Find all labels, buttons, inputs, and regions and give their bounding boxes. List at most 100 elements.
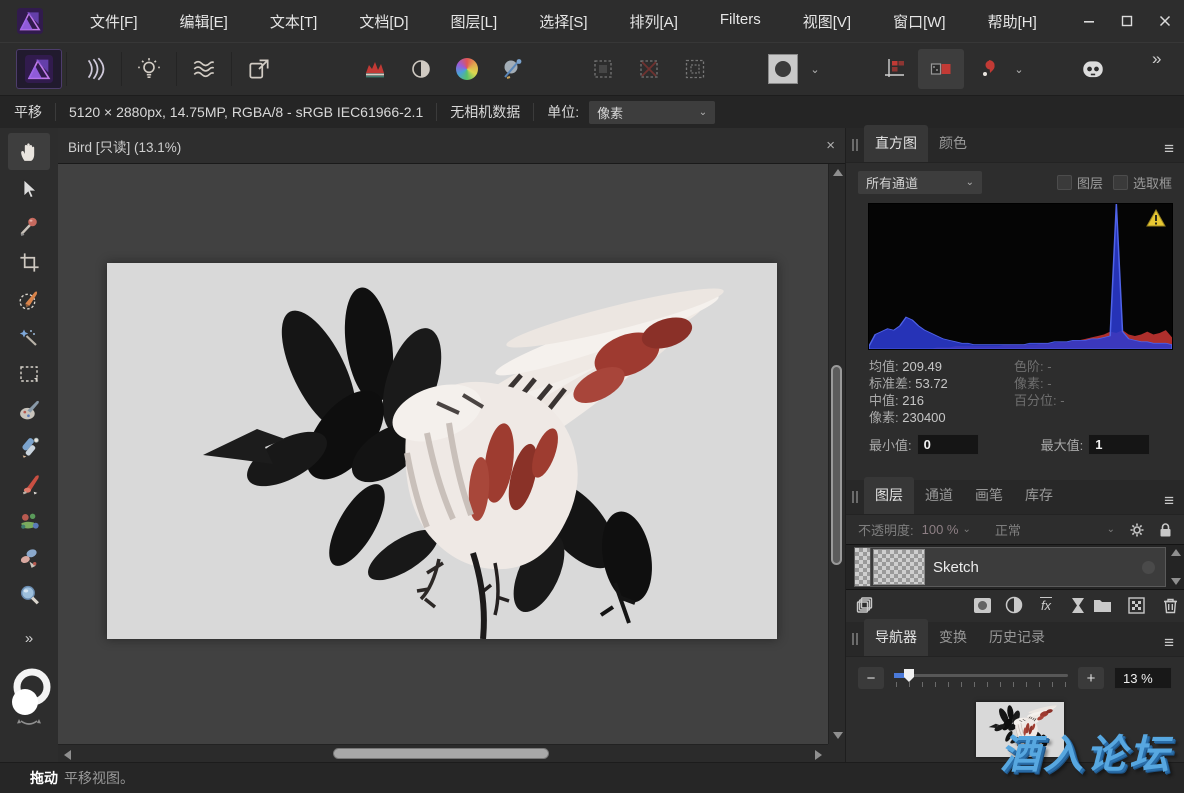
adjustment-layer-icon[interactable] [1002, 594, 1026, 616]
scroll-down-arrow[interactable] [1171, 578, 1181, 585]
scroll-down-arrow[interactable] [833, 732, 843, 739]
tab-color[interactable]: 颜色 [928, 125, 978, 162]
vertical-scrollbar[interactable] [828, 164, 845, 744]
menu-layer[interactable]: 图层[L] [430, 1, 519, 42]
layer-list-scrollbar[interactable] [1169, 547, 1182, 587]
min-value-input[interactable]: 0 [917, 434, 979, 455]
layer-effects-fx-icon[interactable]: fx [1034, 594, 1058, 616]
quick-mask-dropdown[interactable]: ⌄ [806, 49, 824, 89]
new-pixel-layer-icon[interactable] [1124, 594, 1148, 616]
zoom-tool[interactable] [8, 577, 50, 614]
tab-navigator[interactable]: 导航器 [864, 619, 928, 656]
auto-white-balance-button[interactable] [490, 49, 536, 89]
menu-arrange[interactable]: 排列[A] [609, 1, 699, 42]
panel-menu-icon[interactable]: ≡ [1164, 496, 1174, 506]
tab-history[interactable]: 历史记录 [978, 619, 1056, 656]
tab-channels[interactable]: 通道 [914, 477, 964, 514]
zoom-out-button[interactable]: − [858, 667, 884, 689]
force-pixel-alignment-button[interactable] [918, 49, 964, 89]
layer-visibility-toggle[interactable] [1142, 561, 1155, 574]
pixel-pencil-tool[interactable] [8, 429, 50, 466]
develop-persona-button[interactable] [126, 49, 172, 89]
opacity-dropdown-chevron[interactable]: ⌄ [963, 524, 971, 535]
blend-mode-chevron[interactable]: ⌄ [1107, 524, 1115, 535]
tab-brushes[interactable]: 画笔 [964, 477, 1014, 514]
minimize-button[interactable] [1070, 6, 1108, 36]
assistant-robot-button[interactable] [1070, 49, 1116, 89]
menu-help[interactable]: 帮助[H] [967, 1, 1058, 42]
move-by-whole-pixels-button[interactable] [964, 49, 1010, 89]
zoom-in-button[interactable]: + [1078, 667, 1104, 689]
invert-selection-button[interactable] [672, 49, 718, 89]
zoom-slider[interactable] [894, 668, 1068, 688]
document-tab[interactable]: Bird [只读] (13.1%) × [58, 128, 845, 163]
pixel-snap-dropdown[interactable]: ⌄ [1010, 49, 1028, 89]
tab-layers[interactable]: 图层 [864, 477, 914, 514]
menu-document[interactable]: 文档[D] [338, 1, 429, 42]
tone-mapping-persona-button[interactable] [181, 49, 227, 89]
flood-select-tool[interactable] [8, 318, 50, 355]
panel-grip-icon[interactable] [846, 127, 864, 162]
blend-mode-value[interactable]: 正常 [995, 520, 1021, 539]
menu-edit[interactable]: 编辑[E] [159, 1, 249, 42]
menu-window[interactable]: 窗口[W] [872, 1, 967, 42]
group-layers-icon[interactable] [1090, 594, 1114, 616]
tab-close-icon[interactable]: × [826, 137, 835, 154]
rectangular-marquee-tool[interactable] [8, 355, 50, 392]
menu-view[interactable]: 视图[V] [782, 1, 872, 42]
view-pan-tool[interactable] [8, 133, 50, 170]
tab-stock[interactable]: 库存 [1014, 477, 1064, 514]
menu-file[interactable]: 文件[F] [69, 1, 159, 42]
move-tool[interactable] [8, 170, 50, 207]
crop-tool[interactable] [8, 244, 50, 281]
tab-histogram[interactable]: 直方图 [864, 125, 928, 162]
units-dropdown[interactable]: 像素 ⌄ [589, 101, 715, 124]
opacity-value[interactable]: 100 % [922, 522, 959, 537]
menu-select[interactable]: 选择[S] [518, 1, 608, 42]
menu-text[interactable]: 文本[T] [249, 1, 339, 42]
auto-levels-button[interactable] [352, 49, 398, 89]
mask-layer-icon[interactable] [970, 594, 994, 616]
scroll-up-arrow[interactable] [833, 169, 843, 176]
selection-brush-tool[interactable] [8, 281, 50, 318]
layer-settings-gear-icon[interactable] [1129, 522, 1145, 538]
deselect-button[interactable] [626, 49, 672, 89]
live-filter-hourglass-icon[interactable] [1066, 594, 1090, 616]
auto-colors-button[interactable] [444, 49, 490, 89]
panel-menu-icon[interactable]: ≡ [1164, 144, 1174, 154]
delete-layer-trash-icon[interactable] [1158, 594, 1182, 616]
layer-drag-handle[interactable] [855, 548, 871, 586]
zoom-value-input[interactable]: 13 % [1114, 667, 1172, 689]
layer-checkbox[interactable] [1057, 175, 1072, 190]
clipping-warning-icon[interactable] [1146, 209, 1166, 227]
layer-row-sketch[interactable]: Sketch [854, 547, 1166, 587]
vertical-scroll-thumb[interactable] [831, 365, 842, 565]
scroll-left-arrow[interactable] [64, 750, 71, 760]
marquee-checkbox[interactable] [1113, 175, 1128, 190]
paint-brush-tool[interactable] [8, 466, 50, 503]
layer-name[interactable]: Sketch [933, 559, 979, 576]
liquify-persona-button[interactable] [71, 49, 117, 89]
zoom-slider-thumb[interactable] [904, 669, 914, 682]
tools-overflow-chevron[interactable]: » [25, 630, 33, 647]
snapping-manager-button[interactable] [872, 49, 918, 89]
undo-brush-tool[interactable] [8, 540, 50, 577]
clone-stamp-tool[interactable] [8, 503, 50, 540]
tab-transform[interactable]: 变换 [928, 619, 978, 656]
channel-dropdown[interactable]: 所有通道 ⌄ [858, 171, 982, 194]
quick-mask-button[interactable] [760, 49, 806, 89]
duplicate-layer-icon[interactable] [856, 594, 874, 616]
auto-contrast-button[interactable] [398, 49, 444, 89]
menu-filters[interactable]: Filters [699, 1, 782, 42]
toolbar-overflow-chevron[interactable]: » [1152, 49, 1161, 69]
scroll-right-arrow[interactable] [815, 750, 822, 760]
horizontal-scroll-thumb[interactable] [333, 748, 549, 759]
panel-menu-icon[interactable]: ≡ [1164, 638, 1174, 648]
stroke-fill-swatches[interactable] [3, 665, 55, 727]
color-picker-tool[interactable] [8, 207, 50, 244]
max-value-input[interactable]: 1 [1088, 434, 1150, 455]
maximize-button[interactable] [1108, 6, 1146, 36]
horizontal-scrollbar[interactable] [58, 744, 828, 762]
layer-thumbnail[interactable] [873, 549, 925, 585]
select-all-button[interactable] [580, 49, 626, 89]
